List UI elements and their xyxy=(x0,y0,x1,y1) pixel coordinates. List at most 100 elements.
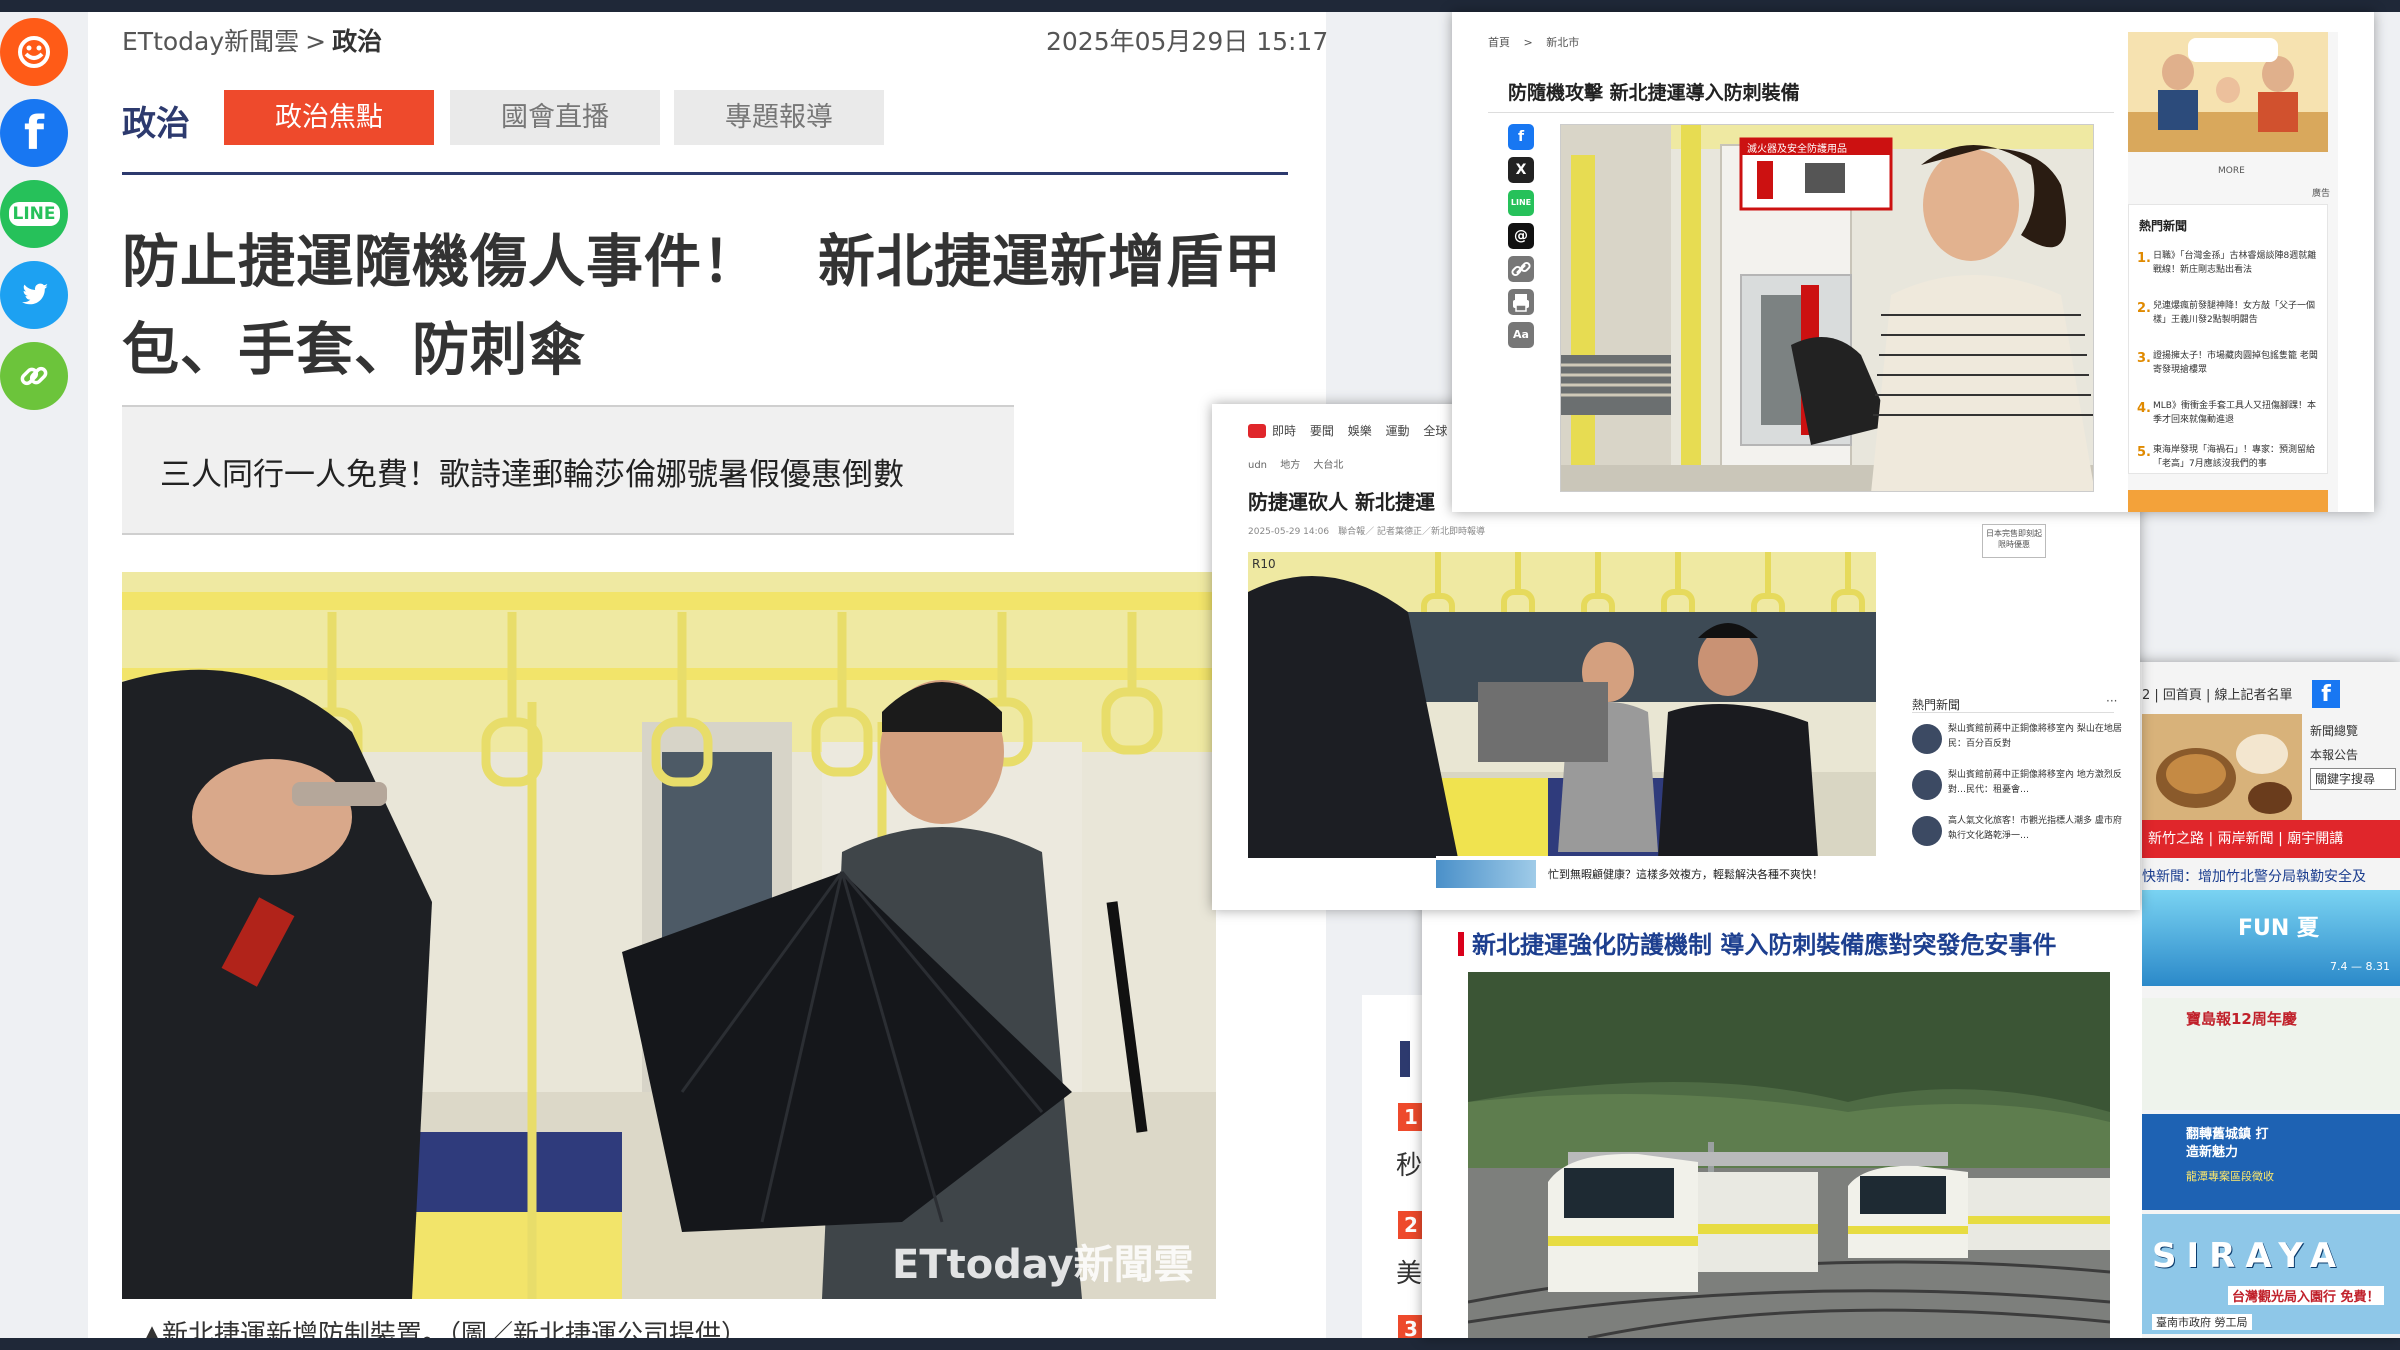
news-thumbnail xyxy=(1912,770,1942,800)
food-ad-image[interactable] xyxy=(2142,714,2302,822)
hot-news-item[interactable]: 1. 日職》「台灣金孫」古林睿煬談陣8週就離戰線！新庄剛志點出看法 xyxy=(2137,249,2323,289)
divider xyxy=(1488,112,2114,113)
ad-dates: 7.4 — 8.31 xyxy=(2330,960,2390,973)
news-title: 梨山賓館前蔣中正銅像將移室內 地方激烈反對…民代：租憂會… xyxy=(1948,770,2122,795)
more-link[interactable]: MORE xyxy=(2218,166,2245,176)
tab-special-reports[interactable]: 專題報導 xyxy=(674,90,884,145)
more-menu-icon[interactable]: ··· xyxy=(2106,694,2117,708)
article-photo: ETtoday新聞雲 xyxy=(122,572,1216,1299)
hot-news-item[interactable]: 4. MLB》衝衝金手套工具人又扭傷腳踝！本季才回來就傷動進退 xyxy=(2137,399,2323,439)
hot-news-item[interactable]: 梨山賓館前蔣中正銅像將移室內 梨山在地居民：百分百反對 xyxy=(1912,722,2122,758)
copy-link-button[interactable] xyxy=(0,342,68,410)
cabinet-label: 滅火器及安全防護用品 xyxy=(1747,142,1847,155)
news-thumbnail xyxy=(1912,724,1942,754)
news-ticker[interactable]: 快新聞：增加竹北警分局執勤安全及 xyxy=(2142,866,2366,886)
font-size-icon[interactable]: Aa xyxy=(1508,322,1534,348)
print-icon[interactable] xyxy=(1508,289,1534,315)
nav-item[interactable]: 即時 xyxy=(1272,424,1296,438)
promo-text[interactable]: 三人同行一人免費！歌詩達郵輪莎倫娜號暑假優惠倒數 xyxy=(160,449,904,494)
rank-number[interactable]: 2 xyxy=(1398,1211,1424,1239)
urban-renewal-ad[interactable]: 翻轉舊城鎮 打造新魅力 龍潭專案區段徵收 xyxy=(2142,1114,2400,1210)
section-title: 政治 xyxy=(122,104,190,144)
hot-news-item[interactable]: 5. 東海岸發現「海禍石」！專家：預測留給「老高」7月應該沒我們的事 xyxy=(2137,443,2323,483)
drill-illustration: R10 xyxy=(1248,552,1876,858)
ad-subtitle: 龍潭專案區段徵收 xyxy=(2186,1170,2274,1183)
facebook-icon[interactable]: f xyxy=(2312,680,2340,708)
breadcrumb-site-link[interactable]: ETtoday新聞雲 xyxy=(122,27,299,56)
news-title: MLB》衝衝金手套工具人又扭傷腳踝！本季才回來就傷動進退 xyxy=(2153,401,2316,425)
train-yard-illustration xyxy=(1468,972,2110,1338)
news-overview-link[interactable]: 新聞總覽 xyxy=(2310,722,2358,739)
twitter-share-button[interactable] xyxy=(0,261,68,329)
breadcrumb-separator: > xyxy=(305,27,327,56)
rank-number[interactable]: 1 xyxy=(1398,1103,1424,1131)
ranking-strip: 1 秒 2 美 3 xyxy=(1390,995,1424,1343)
ad-title: 寶島報12周年慶 xyxy=(2186,1010,2297,1028)
sidebar: 2 | 回首頁 | 線上記者名單 f 新聞總覽 本報公告 關鍵字搜尋 新竹之路 … xyxy=(2142,662,2400,1338)
category-bar[interactable]: 新竹之路 | 兩岸新聞 | 廟宇開講 xyxy=(2142,820,2400,858)
ad-box[interactable]: 日本完售即刻起限時優惠 xyxy=(1982,524,2046,558)
news-screenshot-top-right: 首頁 > 新北市 防隨機攻擊 新北捷運導入防刺裝備 f X LINE @ Aa xyxy=(1452,12,2374,512)
nav-item[interactable]: 運動 xyxy=(1386,424,1410,438)
udn-top-nav: 即時 要聞 娛樂 運動 全球 xyxy=(1272,422,1457,439)
window-top-bar xyxy=(0,0,2400,12)
promo-banner[interactable]: 三人同行一人免費！歌詩達郵輪莎倫娜號暑假優惠倒數 xyxy=(122,405,1014,535)
summer-fun-ad[interactable]: FUN 夏 7.4 — 8.31 xyxy=(2142,890,2400,986)
news-title: 證揚擁太子！市場藏肉圓掉包謠隻籠 老闆寄發現搶樓眾 xyxy=(2153,351,2318,375)
hot-news-item[interactable]: 梨山賓館前蔣中正銅像將移室內 地方激烈反對…民代：租憂會… xyxy=(1912,768,2122,804)
sidebar-footer-strip xyxy=(2128,490,2328,512)
tab-politics-focus[interactable]: 政治焦點 xyxy=(224,90,434,145)
nav-item[interactable]: 娛樂 xyxy=(1348,424,1372,438)
news-title: 兒連爆瘋前發腿神降！女方敲「父子一個樣」王義川發2點製明闢告 xyxy=(2153,301,2316,325)
health-ad-banner[interactable]: 忙到無暇顧健康？這樣多效複方，輕鬆解決各種不爽快！ xyxy=(1436,856,2036,892)
section-divider xyxy=(122,172,1288,175)
hot-news-item[interactable]: 高人氣文化旅客！市觀光指標人潮多 盧市府執行文化路乾淨一… xyxy=(1912,814,2122,850)
ad-sponsor: 臺南市政府 勞工局 xyxy=(2152,1314,2252,1330)
breadcrumb-item[interactable]: udn xyxy=(1248,460,1267,471)
x-icon[interactable]: X xyxy=(1508,157,1534,183)
breadcrumb-category-link[interactable]: 政治 xyxy=(332,27,382,56)
threads-icon[interactable]: @ xyxy=(1508,223,1534,249)
anniversary-ad[interactable]: 寶島報12周年慶 xyxy=(2142,998,2400,1110)
facebook-share-button[interactable]: f xyxy=(0,99,68,167)
udn-logo-icon[interactable] xyxy=(1248,424,1266,438)
facebook-icon[interactable]: f xyxy=(1508,124,1534,150)
top-nav-links[interactable]: 2 | 回首頁 | 線上記者名單 xyxy=(2142,684,2293,703)
headline-line-1: 防止捷運隨機傷人事件！ 新北捷運新增盾甲 xyxy=(122,229,1282,295)
breadcrumb-city[interactable]: 新北市 xyxy=(1546,36,1579,49)
ad-title: SIRAYA xyxy=(2152,1236,2347,1276)
twitter-icon xyxy=(22,283,48,305)
window-bottom-bar xyxy=(0,1338,2400,1350)
search-input[interactable]: 關鍵字搜尋 xyxy=(2310,768,2396,790)
link-icon xyxy=(20,366,48,386)
tab-parliament-live[interactable]: 國會直播 xyxy=(450,90,660,145)
siraya-ad[interactable]: SIRAYA 台灣觀光局入園行 免費！ 臺南市政府 勞工局 xyxy=(2142,1214,2400,1334)
link-icon[interactable] xyxy=(1508,256,1534,282)
train-interior-illustration: ETtoday新聞雲 xyxy=(122,572,1216,1299)
family-ad-image[interactable] xyxy=(2128,32,2328,152)
news-title: 日職》「台灣金孫」古林睿煬談陣8週就離戰線！新庄剛志點出看法 xyxy=(2153,251,2317,275)
nav-item[interactable]: 全球 xyxy=(1423,424,1447,438)
plurk-share-button[interactable] xyxy=(0,18,68,86)
nav-item[interactable]: 要聞 xyxy=(1310,424,1334,438)
hot-news-title: 熱門新聞 xyxy=(2139,219,2188,233)
rank-number: 3. xyxy=(2137,351,2151,366)
hot-news-item[interactable]: 2. 兒連爆瘋前發腿神降！女方敲「父子一個樣」王義川發2點製明闢告 xyxy=(2137,299,2323,339)
breadcrumb-item[interactable]: 地方 xyxy=(1280,460,1300,471)
announcement-link[interactable]: 本報公告 xyxy=(2310,746,2358,763)
photo-watermark: ETtoday新聞雲 xyxy=(892,1242,1194,1288)
breadcrumb-home[interactable]: 首頁 xyxy=(1488,36,1510,49)
equipment-cabinet-photo: 滅火器及安全防護用品 xyxy=(1560,124,2094,492)
breadcrumb-item[interactable]: 大台北 xyxy=(1313,460,1343,471)
line-share-button[interactable]: LINE xyxy=(0,180,68,248)
article-headline: 防捷運砍人 新北捷運 xyxy=(1248,490,1435,514)
article-headline: 防止捷運隨機傷人事件！ 新北捷運新增盾甲 包、手套、防刺傘 xyxy=(122,218,1292,394)
rank-number: 1. xyxy=(2137,251,2151,266)
hot-news-item[interactable]: 3. 證揚擁太子！市場藏肉圓掉包謠隻籠 老闆寄發現搶樓眾 xyxy=(2137,349,2323,389)
divider xyxy=(1912,712,2114,713)
line-icon[interactable]: LINE xyxy=(1508,190,1534,216)
breadcrumb: 首頁 > 新北市 xyxy=(1488,34,1589,50)
rank-item-text[interactable]: 美 xyxy=(1396,1253,1422,1290)
rank-item-text[interactable]: 秒 xyxy=(1396,1145,1422,1182)
ranking-heading-bar xyxy=(1400,1041,1410,1077)
